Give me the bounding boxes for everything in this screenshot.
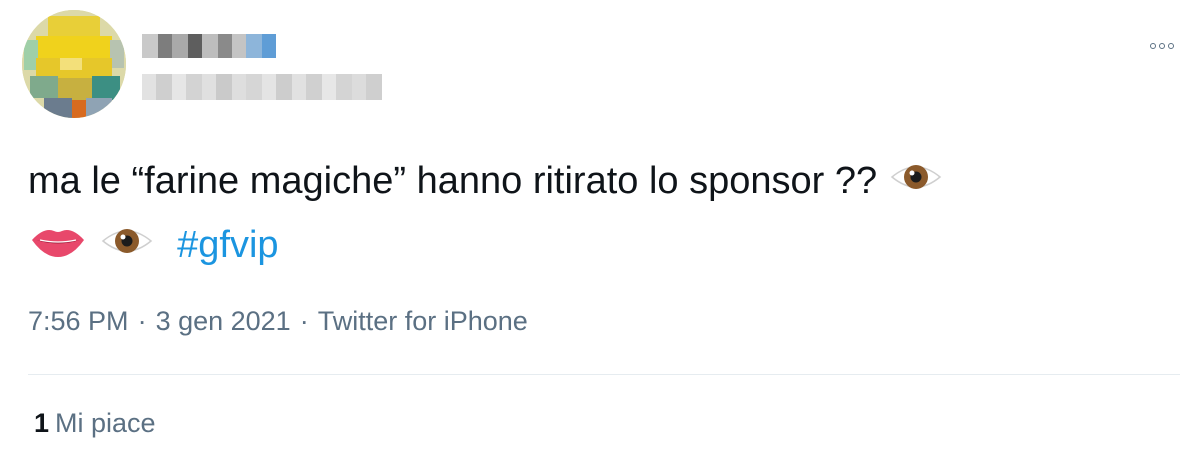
- avatar-pixel: [92, 76, 120, 100]
- tweet-text-main: ma le “farine magiche” hanno ritirato lo…: [28, 160, 878, 202]
- divider: [28, 374, 1180, 375]
- hashtag-link[interactable]: #gfvip: [177, 224, 278, 266]
- tweet-source-link[interactable]: Twitter for iPhone: [318, 306, 528, 336]
- avatar-pixel: [60, 58, 82, 70]
- avatar-pixel: [36, 36, 112, 58]
- author-name-redacted[interactable]: [142, 34, 276, 58]
- avatar[interactable]: [22, 10, 126, 118]
- avatar-pixel: [72, 100, 86, 118]
- likes-count: 1: [34, 408, 50, 438]
- likes-label: Mi piace: [55, 408, 156, 438]
- more-options-icon[interactable]: [1144, 36, 1180, 56]
- avatar-pixel: [58, 78, 92, 100]
- tweet-meta: 7:56 PM · 3 gen 2021 · Twitter for iPhone: [28, 306, 528, 337]
- tweet-date[interactable]: 3 gen 2021: [156, 306, 291, 336]
- tweet-text: ma le “farine magiche” hanno ritirato lo…: [28, 150, 1178, 278]
- meta-separator: ·: [137, 306, 147, 336]
- eye-icon: [890, 152, 942, 214]
- avatar-pixel: [110, 40, 124, 68]
- avatar-pixel: [44, 98, 72, 118]
- avatar-pixel: [48, 16, 100, 36]
- likes-stat[interactable]: 1 Mi piace: [34, 408, 156, 439]
- author-handle-redacted[interactable]: [142, 74, 382, 100]
- avatar-pixel: [30, 76, 58, 98]
- eye-icon: [101, 216, 153, 278]
- lips-icon: [30, 216, 86, 278]
- avatar-pixel: [86, 98, 112, 118]
- meta-separator: ·: [299, 306, 309, 336]
- tweet-time[interactable]: 7:56 PM: [28, 306, 129, 336]
